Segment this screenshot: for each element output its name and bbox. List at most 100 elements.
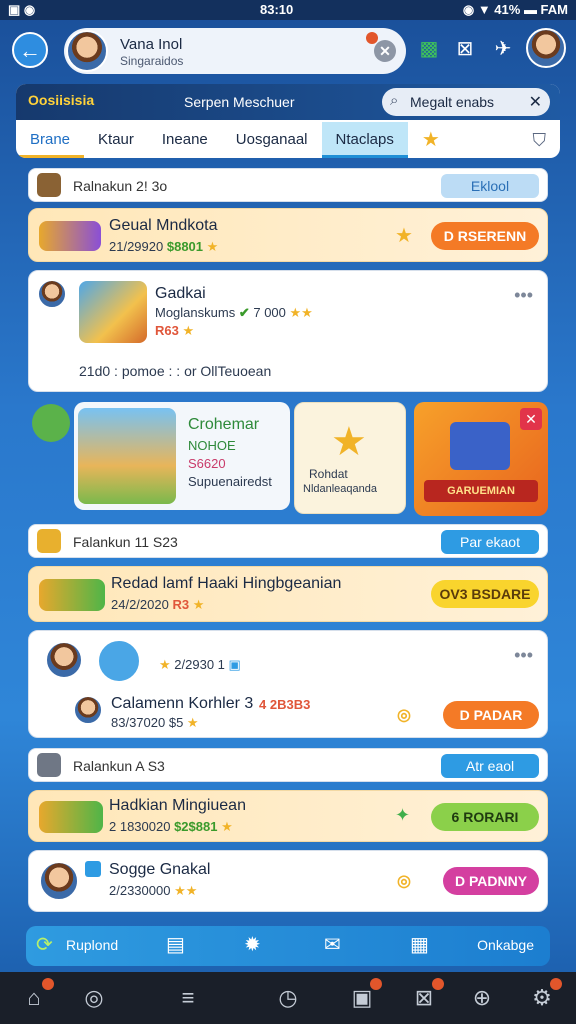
- post-card[interactable]: ★ 2/2930 1 ▣ ••• Calamenn Korhler 3 4 2B…: [28, 630, 548, 738]
- section-action-button[interactable]: Par ekaot: [441, 530, 539, 554]
- tab-uosganaal[interactable]: Uosganaal: [222, 122, 322, 158]
- trophy-icon: [37, 529, 61, 553]
- reward-banner[interactable]: ✕ GARUEMIAN: [414, 402, 548, 516]
- section-title: Ralnakun 2! 3o: [73, 178, 168, 194]
- promo-card[interactable]: Redad lamf Haaki Hingbgeanian 24/2/2020 …: [28, 566, 548, 622]
- post-card[interactable]: Sogge Gnakal 2/2330000 ★★ ◎ D PADNNY: [28, 850, 548, 912]
- chat-bubble-icon[interactable]: ◎: [78, 982, 110, 1014]
- gamepad-icon[interactable]: ⊠: [452, 36, 478, 62]
- settings-icon[interactable]: ⚙: [526, 978, 562, 1014]
- chat-icon[interactable]: ✉: [324, 932, 341, 957]
- promo-button[interactable]: OV3 BSDARE: [431, 580, 539, 608]
- mascot-icon: [32, 404, 70, 442]
- clock-icon[interactable]: ◷: [272, 982, 304, 1014]
- promo-button[interactable]: D RSERENN: [431, 222, 539, 250]
- tab-ntaclaps[interactable]: Ntaclaps: [321, 122, 408, 158]
- rocket-icon[interactable]: ✈: [490, 36, 516, 62]
- main-panel: Oosiisisia Serpen Meschuer ⌕ ✕ Brane Kta…: [16, 84, 560, 158]
- post-title: Gadkai: [155, 285, 206, 302]
- avatar[interactable]: [66, 30, 108, 72]
- star-icon: ★: [192, 597, 205, 612]
- gear-icon[interactable]: ✹: [244, 932, 261, 957]
- section-action-button[interactable]: Atr eaol: [441, 754, 539, 778]
- section-title: Falankun 11 S23: [73, 534, 178, 550]
- post-score: 4 2B3B3: [259, 697, 311, 712]
- post-sub: Moglanskums: [155, 305, 236, 320]
- section-header: Ralankun A S3 Atr eaol: [28, 748, 548, 782]
- strip-right-label[interactable]: Onkabge: [477, 937, 534, 953]
- promo-title: Hadkian Mingiuean: [109, 797, 246, 814]
- tab-brane[interactable]: Brane: [16, 122, 85, 158]
- stars: ★★: [289, 305, 313, 320]
- promo-price: $8801: [166, 239, 204, 254]
- promo-card[interactable]: Geual Mndkota 21/29920 $8801 ★ ★ D RSERE…: [28, 208, 548, 262]
- coin-icon: ◎: [397, 707, 411, 724]
- promo-button[interactable]: 6 RORARI: [431, 803, 539, 831]
- section-title: Ralankun A S3: [73, 758, 165, 774]
- post-meta: 2/2930 1: [174, 657, 225, 672]
- promo-meta-row: 2 1830020 $2$881 ★: [109, 819, 233, 835]
- post-button[interactable]: D PADAR: [443, 701, 539, 729]
- post-meta: 2/2330000: [109, 883, 171, 898]
- promo-meta-row: 24/2/2020 R3 ★: [111, 597, 204, 613]
- stars: ★★: [174, 883, 198, 898]
- feature-card[interactable]: Crohemar NOHOE S6620 Supuenairedst: [74, 402, 290, 510]
- search-box[interactable]: ⌕ ✕: [382, 88, 550, 116]
- badge-icon: [97, 639, 141, 683]
- refresh-icon[interactable]: ⟳: [36, 932, 53, 957]
- star-icon: ★: [159, 657, 171, 672]
- tab-ktaur[interactable]: Ktaur: [84, 122, 148, 158]
- notification-dot: [432, 978, 444, 990]
- promo-meta: 2 1830020: [109, 819, 171, 834]
- panel-subtitle: Serpen Meschuer: [184, 94, 295, 110]
- favorites-tab-star-icon[interactable]: ★: [408, 122, 454, 158]
- post-button[interactable]: D PADNNY: [443, 867, 539, 895]
- post-sub: 83/37020 $5: [111, 715, 184, 730]
- panel-header: Oosiisisia Serpen Meschuer ⌕ ✕: [16, 84, 560, 120]
- notification-dot: [550, 978, 562, 990]
- tasks-icon[interactable]: ▣: [346, 978, 382, 1014]
- close-icon[interactable]: ✕: [520, 408, 542, 430]
- back-button[interactable]: ←: [12, 32, 48, 68]
- post-sub-row: Moglanskums ✔ 7 000 ★★: [155, 305, 313, 321]
- star-card[interactable]: ★ Rohdat Nldanleaqanda: [294, 402, 406, 514]
- post-title: Sogge Gnakal: [109, 861, 211, 878]
- avatar: [45, 641, 83, 679]
- shield-icon[interactable]: ⛉: [519, 122, 561, 158]
- close-button[interactable]: ✕: [374, 40, 396, 62]
- post-sub-row: 83/37020 $5 ★: [111, 715, 199, 731]
- document-icon[interactable]: ▤: [166, 932, 185, 957]
- menu-icon[interactable]: ≡: [172, 982, 204, 1014]
- avatar: [37, 279, 67, 309]
- clear-icon[interactable]: ✕: [529, 92, 542, 112]
- home-icon[interactable]: ⌂: [18, 978, 54, 1014]
- post-tags: R63: [155, 323, 179, 338]
- tab-ineane[interactable]: Ineane: [148, 122, 222, 158]
- user-pill[interactable]: Vana Inol Singaraidos ✕: [64, 28, 406, 74]
- search-icon: ⌕: [390, 92, 399, 109]
- promo-card[interactable]: Hadkian Mingiuean 2 1830020 $2$881 ★ ✦ 6…: [28, 790, 548, 842]
- compass-icon[interactable]: ⊕: [466, 982, 498, 1014]
- feature-sub1: NOHOE: [188, 438, 236, 453]
- promo-title: Geual Mndkota: [109, 217, 218, 234]
- cards-icon[interactable]: ▦: [410, 932, 429, 957]
- feature-sub2: S6620: [188, 456, 226, 471]
- more-icon[interactable]: •••: [514, 645, 533, 666]
- star-icon: ★: [186, 715, 199, 730]
- robot-icon: [37, 753, 61, 777]
- more-icon[interactable]: •••: [514, 285, 533, 306]
- post-tags-row: R63 ★: [155, 323, 194, 339]
- section-header: Ralnakun 2! 3o Eklool: [28, 168, 548, 202]
- profile-avatar[interactable]: [526, 28, 566, 68]
- status-bar: ▣ ◉ 83:10 ◉ ▼ 41% ▬ FAM: [0, 0, 576, 20]
- leaf-icon: ✦: [395, 805, 411, 825]
- controller-icon[interactable]: ⊠: [408, 978, 444, 1014]
- verified-icon: [85, 861, 101, 877]
- section-action-button[interactable]: Eklool: [441, 174, 539, 198]
- strip-left-label[interactable]: Ruplond: [66, 937, 118, 953]
- gift-icon[interactable]: ▩: [416, 36, 442, 62]
- bookmark-icon: ▣: [228, 657, 241, 672]
- search-input[interactable]: [410, 93, 520, 111]
- brand-logo: Oosiisisia: [28, 92, 95, 108]
- post-card[interactable]: Gadkai Moglanskums ✔ 7 000 ★★ R63 ★ ••• …: [28, 270, 548, 392]
